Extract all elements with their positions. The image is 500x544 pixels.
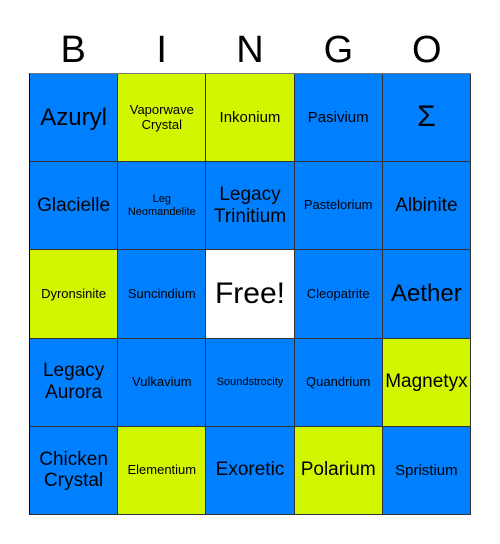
bingo-cell-label: Dyronsinite: [41, 285, 107, 301]
bingo-cell-label: Σ: [417, 100, 436, 134]
bingo-cell[interactable]: Inkonium: [206, 74, 295, 163]
bingo-cell-label: Suncindium: [127, 285, 196, 301]
bingo-cell-label: Magnetyx: [385, 371, 468, 393]
bingo-grid: Azuryl Vaporwave Crystal Inkonium Pasivium Σ…: [29, 73, 471, 515]
bingo-cell-label: Exoretic: [215, 459, 285, 481]
bingo-cell-label: Chicken Crystal: [39, 448, 108, 492]
bingo-cell[interactable]: Suncindium: [118, 250, 207, 339]
bingo-cell[interactable]: Cleopatrite: [294, 250, 383, 339]
bingo-cell[interactable]: Magnetyx: [382, 338, 471, 427]
bingo-cell-label: Glacielle: [37, 194, 111, 216]
bingo-cell[interactable]: Spristium: [382, 426, 471, 515]
bingo-cell[interactable]: Legacy Aurora: [30, 338, 119, 427]
header-letter-i: I: [156, 29, 167, 71]
bingo-cell-label: Pastelorium: [303, 197, 373, 213]
bingo-cell[interactable]: Pastelorium: [294, 162, 383, 251]
bingo-cell[interactable]: Chicken Crystal: [30, 426, 119, 515]
bingo-cell[interactable]: Vulkavium: [118, 338, 207, 427]
header-letter-n: N: [236, 29, 264, 71]
bingo-cell[interactable]: Azuryl: [30, 74, 119, 163]
free-space-cell[interactable]: Free!: [206, 250, 295, 339]
bingo-cell[interactable]: Quandrium: [294, 338, 383, 427]
bingo-header: B I N G O: [29, 28, 471, 72]
bingo-cell[interactable]: Pasivium: [294, 74, 383, 163]
bingo-cell-label: Aether: [391, 280, 462, 308]
header-letter-b: B: [60, 29, 86, 71]
bingo-cell[interactable]: Exoretic: [206, 426, 295, 515]
bingo-cell[interactable]: Σ: [382, 74, 471, 163]
bingo-cell-label: Soundstrocity: [216, 375, 284, 388]
bingo-cell[interactable]: Dyronsinite: [30, 250, 119, 339]
bingo-cell-label: Quandrium: [306, 373, 371, 389]
bingo-cell-label: Spristium: [395, 461, 458, 479]
bingo-cell[interactable]: Leg Neomandelite: [118, 162, 207, 251]
bingo-cell-label: Pasivium: [307, 108, 369, 126]
bingo-cell-label: Inkonium: [219, 108, 281, 126]
bingo-cell-label: Legacy Aurora: [42, 360, 105, 404]
bingo-cell-label: Free!: [214, 276, 285, 310]
bingo-cell[interactable]: Soundstrocity: [206, 338, 295, 427]
bingo-cell-label: Elementium: [127, 461, 197, 477]
header-letter-o: O: [412, 29, 442, 71]
bingo-cell[interactable]: Elementium: [118, 426, 207, 515]
bingo-cell-label: Azuryl: [40, 103, 107, 131]
bingo-cell-label: Legacy Trinitium: [213, 183, 287, 227]
bingo-cell-label: Albinite: [395, 194, 458, 216]
bingo-cell-label: Leg Neomandelite: [127, 193, 196, 218]
bingo-cell[interactable]: Polarium: [294, 426, 383, 515]
bingo-cell-label: Vulkavium: [132, 373, 192, 389]
bingo-cell[interactable]: Albinite: [382, 162, 471, 251]
bingo-cell-label: Cleopatrite: [306, 285, 370, 301]
bingo-cell[interactable]: Glacielle: [30, 162, 119, 251]
bingo-cell-label: Polarium: [300, 459, 376, 481]
bingo-cell-label: Vaporwave Crystal: [129, 101, 194, 132]
header-letter-g: G: [323, 29, 354, 71]
bingo-cell[interactable]: Aether: [382, 250, 471, 339]
bingo-cell[interactable]: Legacy Trinitium: [206, 162, 295, 251]
bingo-cell[interactable]: Vaporwave Crystal: [118, 74, 207, 163]
